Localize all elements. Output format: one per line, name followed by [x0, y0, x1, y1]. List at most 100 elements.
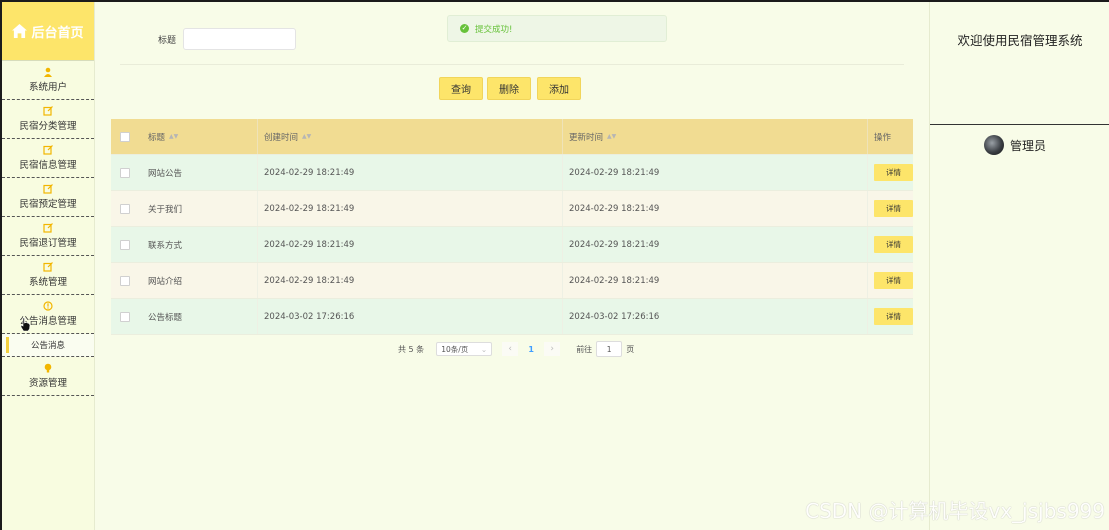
sidebar-item-label: 资源管理: [28, 378, 67, 389]
toast-message: 提交成功!: [475, 24, 513, 35]
hand-cursor-icon: [20, 317, 31, 331]
edit-icon: [43, 184, 53, 194]
goto-label: 前往: [576, 344, 593, 354]
home-icon: [12, 24, 28, 38]
bulb-icon: [44, 363, 52, 373]
cell-updated: 2024-02-29 18:21:49: [563, 191, 868, 226]
header-created[interactable]: 创建时间 ▲▼: [258, 119, 563, 154]
page-size-select[interactable]: 10条/页 ⌄: [436, 342, 493, 356]
detail-button[interactable]: 详情: [874, 164, 913, 181]
avatar: [984, 135, 1004, 155]
search-label: 标题: [158, 36, 177, 46]
cell-created: 2024-02-29 18:21:49: [258, 227, 563, 262]
user-name: 管理员: [1010, 138, 1047, 153]
cell-created: 2024-02-29 18:21:49: [258, 263, 563, 298]
pagination-total: 共 5 条: [398, 344, 425, 354]
detail-button[interactable]: 详情: [874, 200, 913, 217]
prev-page-icon[interactable]: ‹: [502, 342, 519, 356]
cell-title: 关于我们: [138, 191, 258, 226]
page-suffix: 页: [626, 344, 635, 354]
sidebar-home[interactable]: 后台首页: [2, 2, 94, 60]
query-button[interactable]: 查询: [439, 77, 483, 100]
data-table: 标题 ▲▼ 创建时间 ▲▼ 更新时间 ▲▼ 操作 网站公告 2024-02-29 18…: [111, 119, 913, 335]
sidebar: 后台首页 系统用户 民宿分类管理 民宿信息管理 民宿预定管理 民宿退订管理 系统…: [2, 2, 95, 530]
divider: [120, 64, 904, 65]
table-row: 联系方式 2024-02-29 18:21:49 2024-02-29 18:2…: [111, 227, 913, 263]
header-title-label: 标题: [148, 132, 166, 143]
table-row: 公告标题 2024-03-02 17:26:16 2024-03-02 17:2…: [111, 299, 913, 335]
right-panel-divider: [930, 124, 1109, 125]
sidebar-item-category[interactable]: 民宿分类管理: [2, 100, 94, 139]
cell-title: 公告标题: [138, 299, 258, 334]
row-checkbox[interactable]: [119, 275, 130, 286]
detail-button[interactable]: 详情: [874, 272, 913, 289]
pagination: 共 5 条 10条/页 ⌄ ‹ 1 › 前往 1 页: [398, 341, 634, 357]
table-row: 关于我们 2024-02-29 18:21:49 2024-02-29 18:2…: [111, 191, 913, 227]
row-checkbox[interactable]: [119, 203, 130, 214]
info-icon: [43, 301, 53, 311]
sidebar-item-users[interactable]: 系统用户: [2, 60, 94, 100]
cell-created: 2024-02-29 18:21:49: [258, 155, 563, 190]
cell-created: 2024-03-02 17:26:16: [258, 299, 563, 334]
page-size-value: 10条/页: [441, 344, 469, 354]
cell-updated: 2024-02-29 18:21:49: [563, 155, 868, 190]
table-header-row: 标题 ▲▼ 创建时间 ▲▼ 更新时间 ▲▼ 操作: [111, 119, 913, 155]
row-checkbox[interactable]: [119, 167, 130, 178]
sidebar-item-cancellation[interactable]: 民宿退订管理: [2, 217, 94, 256]
welcome-text: 欢迎使用民宿管理系统: [957, 33, 1083, 48]
sort-icon[interactable]: ▲▼: [607, 133, 616, 140]
edit-icon: [43, 223, 53, 233]
select-all-checkbox[interactable]: [119, 131, 130, 142]
sidebar-item-homestay-info[interactable]: 民宿信息管理: [2, 139, 94, 178]
sidebar-item-label: 系统用户: [28, 82, 67, 93]
delete-button[interactable]: 删除: [487, 77, 531, 100]
sidebar-item-booking[interactable]: 民宿预定管理: [2, 178, 94, 217]
page-number[interactable]: 1: [522, 342, 540, 356]
sidebar-item-system[interactable]: 系统管理: [2, 256, 94, 295]
header-updated[interactable]: 更新时间 ▲▼: [563, 119, 868, 154]
edit-icon: [43, 145, 53, 155]
sidebar-item-label: 民宿退订管理: [19, 238, 77, 249]
user-info[interactable]: 管理员: [984, 135, 1046, 155]
next-page-icon[interactable]: ›: [544, 342, 561, 356]
header-op: 操作: [874, 132, 892, 143]
search-input[interactable]: [183, 28, 296, 50]
detail-button[interactable]: 详情: [874, 236, 913, 253]
user-icon: [44, 67, 52, 77]
sidebar-subitem-label: 公告消息: [30, 341, 65, 351]
header-updated-label: 更新时间: [569, 132, 604, 143]
sidebar-item-announcements[interactable]: 公告消息管理: [2, 295, 94, 334]
edit-icon: [43, 106, 53, 116]
check-circle-icon: ✓: [460, 24, 469, 33]
cell-title: 网站公告: [138, 155, 258, 190]
header-created-label: 创建时间: [264, 132, 299, 143]
sidebar-subitem-announcement[interactable]: 公告消息: [2, 334, 94, 357]
sidebar-item-resources[interactable]: 资源管理: [2, 357, 94, 396]
add-button[interactable]: 添加: [537, 77, 581, 100]
sidebar-item-label: 民宿预定管理: [19, 199, 77, 210]
sort-icon[interactable]: ▲▼: [169, 133, 178, 140]
success-toast: ✓ 提交成功!: [447, 15, 667, 42]
sidebar-item-label: 系统管理: [28, 277, 67, 288]
cell-title: 网站介绍: [138, 263, 258, 298]
edit-icon: [43, 262, 53, 272]
sidebar-home-label: 后台首页: [31, 25, 84, 41]
detail-button[interactable]: 详情: [874, 308, 913, 325]
active-indicator: [6, 337, 9, 353]
sort-icon[interactable]: ▲▼: [302, 133, 311, 140]
cell-updated: 2024-03-02 17:26:16: [563, 299, 868, 334]
watermark: CSDN @计算机毕设vx_jsjbs999: [805, 499, 1105, 523]
cell-updated: 2024-02-29 18:21:49: [563, 227, 868, 262]
sidebar-item-label: 民宿分类管理: [19, 121, 77, 132]
cell-created: 2024-02-29 18:21:49: [258, 191, 563, 226]
sidebar-item-label: 民宿信息管理: [19, 160, 77, 171]
cell-title: 联系方式: [138, 227, 258, 262]
table-row: 网站介绍 2024-02-29 18:21:49 2024-02-29 18:2…: [111, 263, 913, 299]
row-checkbox[interactable]: [119, 239, 130, 250]
cell-updated: 2024-02-29 18:21:49: [563, 263, 868, 298]
row-checkbox[interactable]: [119, 311, 130, 322]
goto-page-input[interactable]: 1: [596, 341, 623, 357]
right-panel: 欢迎使用民宿管理系统 管理员: [929, 2, 1109, 530]
header-title[interactable]: 标题 ▲▼: [138, 119, 258, 154]
chevron-down-icon: ⌄: [480, 344, 488, 354]
